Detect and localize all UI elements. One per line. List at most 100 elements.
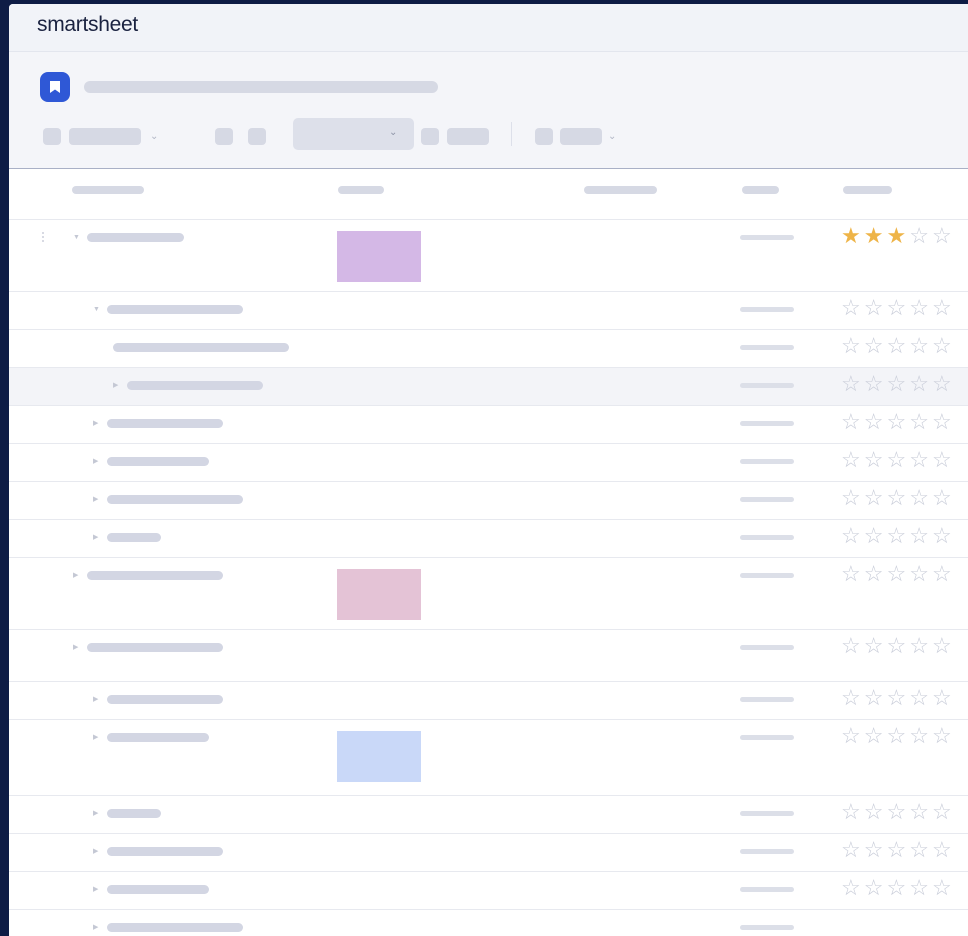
star-empty-icon[interactable]: ☆ [864,723,887,748]
star-empty-icon[interactable]: ☆ [932,447,955,472]
column-header[interactable] [72,186,144,194]
row-title-placeholder[interactable] [107,419,223,428]
row-title-placeholder[interactable] [87,571,223,580]
cell-value-placeholder[interactable] [740,645,794,650]
star-empty-icon[interactable]: ☆ [909,409,932,434]
row-title-placeholder[interactable] [87,643,223,652]
expand-icon[interactable]: ▶ [93,496,98,503]
star-rating[interactable]: ☆☆☆☆☆ [841,297,955,319]
row-title-placeholder[interactable] [107,847,223,856]
star-empty-icon[interactable]: ☆ [932,223,955,248]
row-title-placeholder[interactable] [87,233,184,242]
toolbar-button[interactable] [560,128,602,145]
star-empty-icon[interactable]: ☆ [932,523,955,548]
table-row[interactable]: ☆☆☆☆☆ [9,330,968,368]
star-empty-icon[interactable]: ☆ [864,837,887,862]
cell-value-placeholder[interactable] [740,459,794,464]
cell-value-placeholder[interactable] [740,697,794,702]
star-empty-icon[interactable]: ☆ [932,633,955,658]
column-header[interactable] [584,186,657,194]
expand-icon[interactable]: ▶ [93,534,98,541]
expand-icon[interactable]: ▶ [93,696,98,703]
star-empty-icon[interactable]: ☆ [909,523,932,548]
expand-icon[interactable]: ▶ [93,810,98,817]
star-empty-icon[interactable]: ☆ [841,685,864,710]
star-rating[interactable]: ☆☆☆☆☆ [841,725,955,747]
star-empty-icon[interactable]: ☆ [909,723,932,748]
toolbar-view-label[interactable] [69,128,141,145]
table-row[interactable]: ▶ [9,910,968,936]
table-row[interactable]: ▶ ☆☆☆☆☆ [9,682,968,720]
collapse-icon[interactable]: ▼ [93,306,100,313]
cell-value-placeholder[interactable] [740,383,794,388]
row-title-placeholder[interactable] [113,343,289,352]
cell-value-placeholder[interactable] [740,421,794,426]
star-empty-icon[interactable]: ☆ [864,371,887,396]
expand-icon[interactable]: ▶ [113,382,118,389]
row-title-placeholder[interactable] [107,695,223,704]
star-empty-icon[interactable]: ☆ [841,485,864,510]
star-rating[interactable]: ☆☆☆☆☆ [841,839,955,861]
chevron-down-icon[interactable]: ⌄ [150,132,158,142]
star-empty-icon[interactable]: ☆ [864,409,887,434]
cell-value-placeholder[interactable] [740,535,794,540]
star-empty-icon[interactable]: ☆ [864,447,887,472]
star-empty-icon[interactable]: ☆ [886,523,909,548]
star-empty-icon[interactable]: ☆ [932,295,955,320]
toolbar-icon[interactable] [43,128,61,145]
cell-value-placeholder[interactable] [740,811,794,816]
image-thumbnail[interactable] [337,569,421,620]
star-empty-icon[interactable]: ☆ [909,875,932,900]
cell-value-placeholder[interactable] [740,497,794,502]
star-empty-icon[interactable]: ☆ [909,333,932,358]
star-empty-icon[interactable]: ☆ [841,799,864,824]
table-row[interactable]: ▶ ☆☆☆☆☆ [9,558,968,630]
star-empty-icon[interactable]: ☆ [841,447,864,472]
toolbar-icon[interactable] [535,128,553,145]
table-row[interactable]: ▶ ☆☆☆☆☆ [9,444,968,482]
star-empty-icon[interactable]: ☆ [841,875,864,900]
star-empty-icon[interactable]: ☆ [864,633,887,658]
cell-value-placeholder[interactable] [740,925,794,930]
cell-value-placeholder[interactable] [740,307,794,312]
cell-value-placeholder[interactable] [740,849,794,854]
star-empty-icon[interactable]: ☆ [864,523,887,548]
star-empty-icon[interactable]: ☆ [841,295,864,320]
star-rating[interactable]: ☆☆☆☆☆ [841,801,955,823]
star-empty-icon[interactable]: ☆ [841,333,864,358]
star-empty-icon[interactable]: ☆ [841,837,864,862]
chevron-down-icon[interactable]: ⌄ [608,132,616,142]
image-thumbnail[interactable] [337,231,421,282]
drag-handle-icon[interactable] [42,232,44,244]
star-empty-icon[interactable]: ☆ [886,371,909,396]
row-title-placeholder[interactable] [107,495,243,504]
row-title-placeholder[interactable] [107,923,243,932]
table-row[interactable]: ▶ ☆☆☆☆☆ [9,482,968,520]
star-empty-icon[interactable]: ☆ [841,409,864,434]
star-rating[interactable]: ☆☆☆☆☆ [841,335,955,357]
expand-icon[interactable]: ▶ [73,572,78,579]
star-empty-icon[interactable]: ☆ [909,633,932,658]
cell-value-placeholder[interactable] [740,573,794,578]
toolbar-icon[interactable] [421,128,439,145]
star-rating[interactable]: ☆☆☆☆☆ [841,411,955,433]
star-empty-icon[interactable]: ☆ [932,561,955,586]
toolbar-icon[interactable] [215,128,233,145]
star-empty-icon[interactable]: ☆ [841,561,864,586]
star-empty-icon[interactable]: ☆ [932,875,955,900]
table-row[interactable]: ▼ ☆☆☆☆☆ [9,292,968,330]
star-empty-icon[interactable]: ☆ [841,723,864,748]
star-empty-icon[interactable]: ☆ [841,633,864,658]
star-empty-icon[interactable]: ☆ [909,447,932,472]
expand-icon[interactable]: ▶ [93,420,98,427]
row-title-placeholder[interactable] [107,305,243,314]
table-row[interactable]: ▶ ☆☆☆☆☆ [9,406,968,444]
star-empty-icon[interactable]: ☆ [886,485,909,510]
star-rating[interactable]: ☆☆☆☆☆ [841,563,955,585]
cell-value-placeholder[interactable] [740,735,794,740]
table-row[interactable]: ▶ ☆☆☆☆☆ [9,630,968,682]
star-empty-icon[interactable]: ☆ [886,837,909,862]
star-empty-icon[interactable]: ☆ [886,633,909,658]
bookmark-icon[interactable] [40,72,70,102]
star-empty-icon[interactable]: ☆ [886,561,909,586]
